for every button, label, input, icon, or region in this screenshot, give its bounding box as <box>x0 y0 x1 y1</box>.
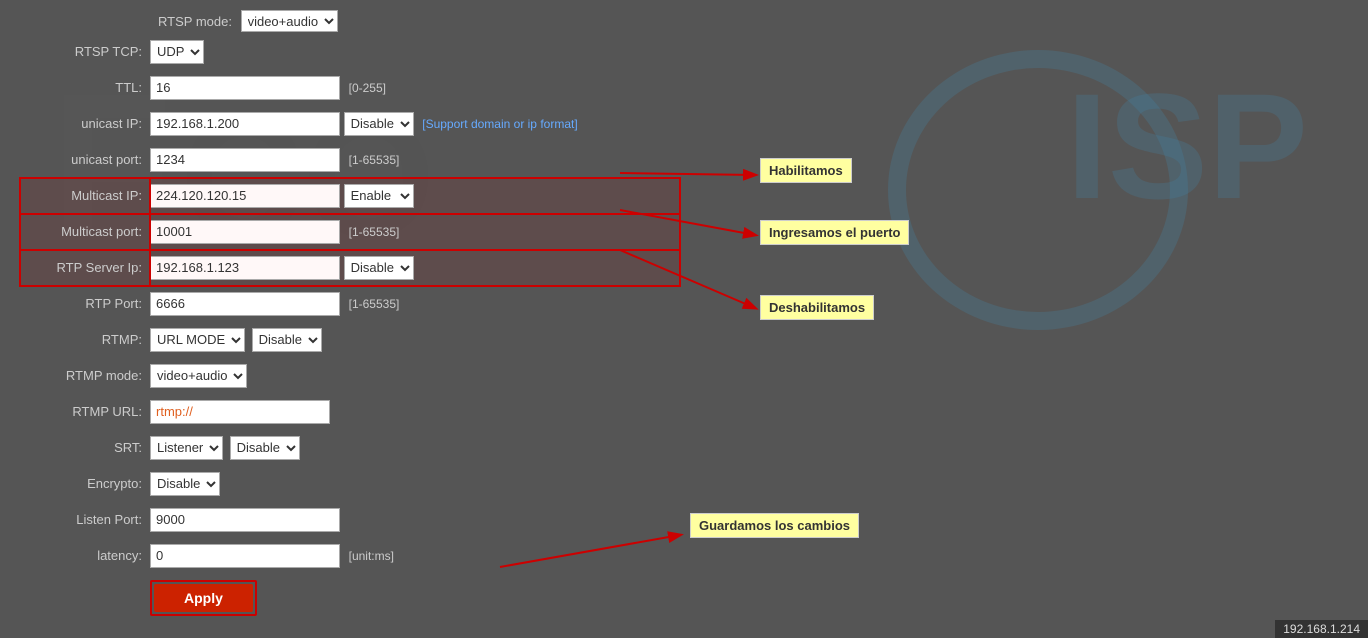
unicast-port-row: unicast port: [1-65535] <box>20 142 680 178</box>
unicast-port-hint: [1-65535] <box>349 153 400 167</box>
unicast-ip-row: unicast IP: Disable [Support domain or i… <box>20 106 680 142</box>
annotation-ingresamos: Ingresamos el puerto <box>760 220 909 245</box>
unicast-ip-select[interactable]: Disable <box>344 112 414 136</box>
unicast-port-input[interactable] <box>150 148 340 172</box>
listen-port-label: Listen Port: <box>20 502 150 538</box>
rtmp-mode-value-select[interactable]: video+audio <box>150 364 247 388</box>
unicast-ip-input[interactable] <box>150 112 340 136</box>
rtmp-mode-row: RTMP mode: video+audio <box>20 358 680 394</box>
latency-row: latency: [unit:ms] <box>20 538 680 574</box>
rtp-server-ip-label: RTP Server Ip: <box>20 250 150 286</box>
latency-cell: [unit:ms] <box>150 538 680 574</box>
multicast-ip-input[interactable] <box>150 184 340 208</box>
apply-button-box: Apply <box>150 580 257 616</box>
rtsp-mode-label: RTSP mode: <box>158 14 232 29</box>
unicast-ip-label: unicast IP: <box>20 106 150 142</box>
multicast-port-hint: [1-65535] <box>349 225 400 239</box>
annotation-habilitamos: Habilitamos <box>760 158 852 183</box>
listen-port-row: Listen Port: <box>20 502 680 538</box>
encrypto-select[interactable]: Disable <box>150 472 220 496</box>
rtmp-mode-label: RTMP mode: <box>20 358 150 394</box>
srt-cell: Listener Disable <box>150 430 680 466</box>
apply-button-wrapper: Apply <box>20 580 1348 616</box>
apply-button[interactable]: Apply <box>154 584 253 612</box>
rtmp-enable-select[interactable]: Disable <box>252 328 322 352</box>
latency-label: latency: <box>20 538 150 574</box>
rtp-port-hint: [1-65535] <box>349 297 400 311</box>
multicast-ip-label: Multicast IP: <box>20 178 150 214</box>
multicast-port-input[interactable] <box>150 220 340 244</box>
latency-input[interactable] <box>150 544 340 568</box>
ttl-row: TTL: [0-255] <box>20 70 680 106</box>
unicast-ip-cell: Disable [Support domain or ip format] <box>150 106 680 142</box>
rtp-server-ip-row: RTP Server Ip: Enable Disable <box>20 250 680 286</box>
rtsp-tcp-select[interactable]: UDP <box>150 40 204 64</box>
latency-hint: [unit:ms] <box>349 549 394 563</box>
multicast-ip-cell: Enable Disable <box>150 178 680 214</box>
ttl-hint: [0-255] <box>349 81 386 95</box>
rtmp-url-input[interactable] <box>150 400 330 424</box>
multicast-port-row: Multicast port: [1-65535] <box>20 214 680 250</box>
unicast-port-cell: [1-65535] <box>150 142 680 178</box>
rtp-port-input[interactable] <box>150 292 340 316</box>
multicast-ip-row: Multicast IP: Enable Disable <box>20 178 680 214</box>
rtp-server-ip-input[interactable] <box>150 256 340 280</box>
rtmp-label: RTMP: <box>20 322 150 358</box>
multicast-port-cell: [1-65535] <box>150 214 680 250</box>
rtp-server-ip-select[interactable]: Enable Disable <box>344 256 414 280</box>
status-bar: 192.168.1.214 <box>1275 620 1368 638</box>
encrypto-row: Encrypto: Disable <box>20 466 680 502</box>
multicast-port-label: Multicast port: <box>20 214 150 250</box>
rtsp-mode-select[interactable]: video+audio <box>241 10 338 32</box>
listen-port-input[interactable] <box>150 508 340 532</box>
rtmp-cell: URL MODE Disable <box>150 322 680 358</box>
rtmp-row: RTMP: URL MODE Disable <box>20 322 680 358</box>
unicast-port-label: unicast port: <box>20 142 150 178</box>
ttl-label: TTL: <box>20 70 150 106</box>
rtmp-mode-cell: video+audio <box>150 358 680 394</box>
listen-port-cell <box>150 502 680 538</box>
srt-row: SRT: Listener Disable <box>20 430 680 466</box>
rtmp-url-label: RTMP URL: <box>20 394 150 430</box>
ttl-input[interactable] <box>150 76 340 100</box>
encrypto-cell: Disable <box>150 466 680 502</box>
srt-label: SRT: <box>20 430 150 466</box>
top-partial-row: RTSP mode: video+audio <box>20 10 1348 32</box>
rtp-server-ip-cell: Enable Disable <box>150 250 680 286</box>
annotation-deshabilitamos: Deshabilitamos <box>760 295 874 320</box>
rtp-port-row: RTP Port: [1-65535] <box>20 286 680 322</box>
rtp-port-label: RTP Port: <box>20 286 150 322</box>
srt-enable-select[interactable]: Disable <box>230 436 300 460</box>
rtsp-tcp-label: RTSP TCP: <box>20 34 150 70</box>
srt-mode-select[interactable]: Listener <box>150 436 223 460</box>
rtmp-url-cell <box>150 394 680 430</box>
multicast-ip-select[interactable]: Enable Disable <box>344 184 414 208</box>
main-content: RTSP mode: video+audio RTSP TCP: UDP TTL… <box>0 0 1368 626</box>
form-table: RTSP TCP: UDP TTL: [0-255] unicast IP: D… <box>20 34 680 574</box>
rtsp-tcp-cell: UDP <box>150 34 680 70</box>
unicast-ip-hint: [Support domain or ip format] <box>422 117 577 131</box>
rtmp-mode-select[interactable]: URL MODE <box>150 328 245 352</box>
ttl-cell: [0-255] <box>150 70 680 106</box>
encrypto-label: Encrypto: <box>20 466 150 502</box>
annotation-guardamos: Guardamos los cambios <box>690 513 859 538</box>
rtp-port-cell: [1-65535] <box>150 286 680 322</box>
status-ip: 192.168.1.214 <box>1283 622 1360 636</box>
rtmp-url-row: RTMP URL: <box>20 394 680 430</box>
rtsp-tcp-row: RTSP TCP: UDP <box>20 34 680 70</box>
